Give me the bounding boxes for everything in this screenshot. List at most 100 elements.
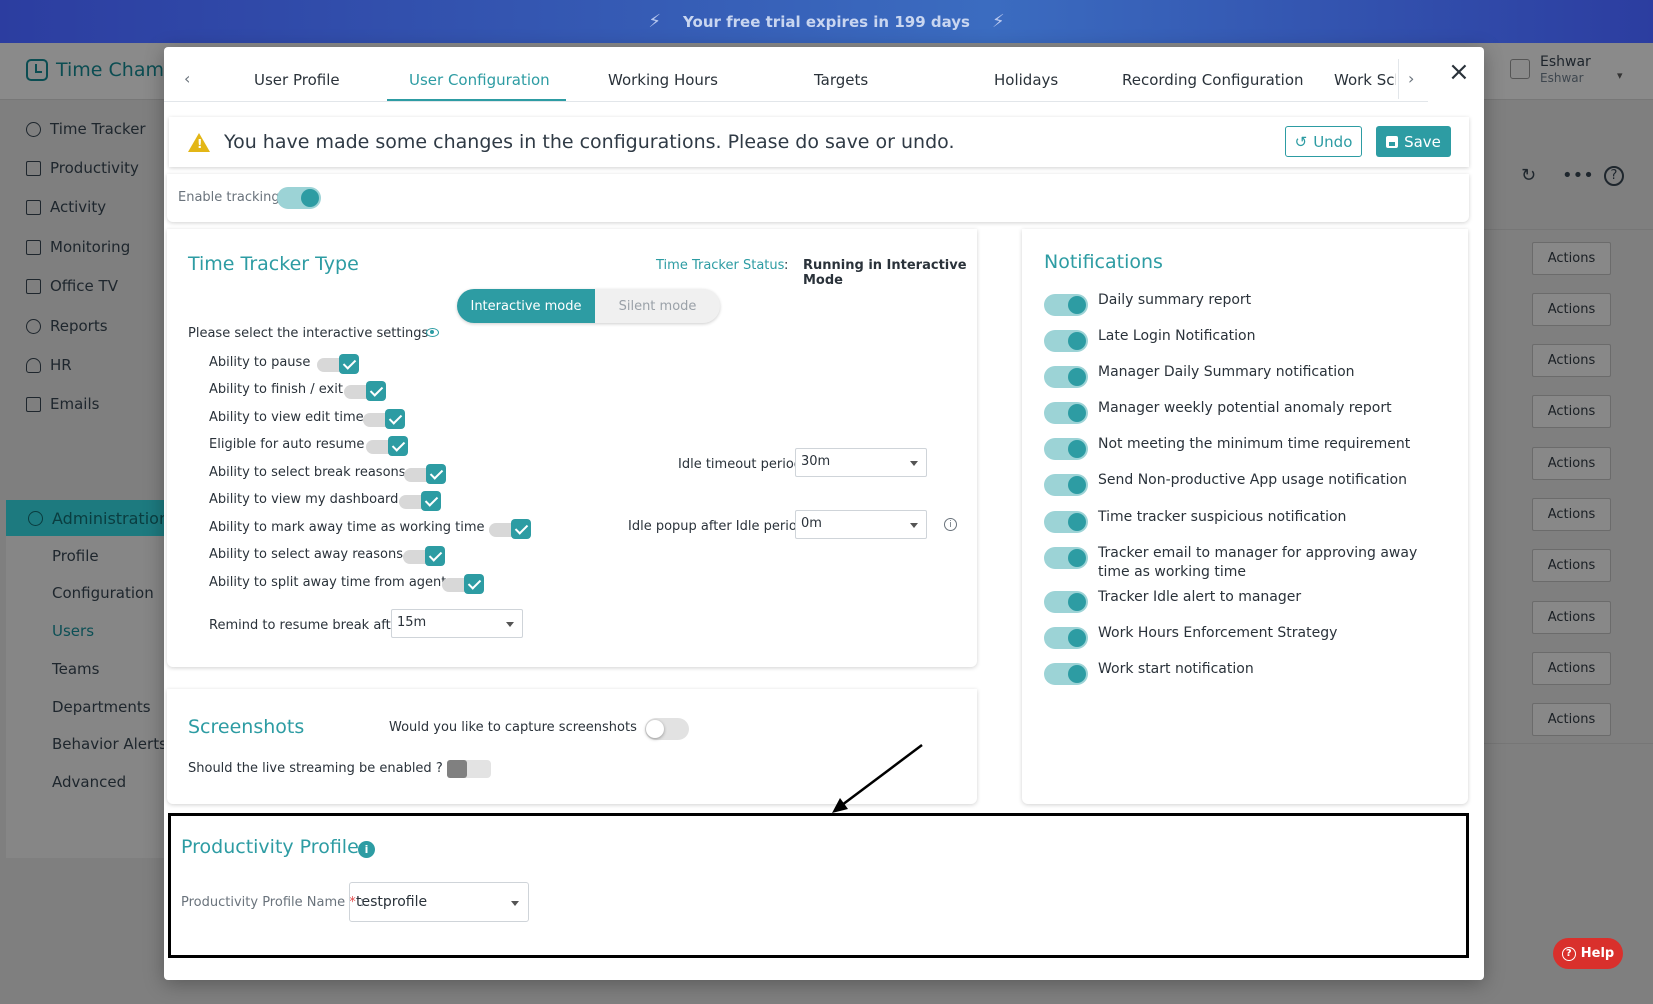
sidebar-item-hr[interactable]: HR (26, 356, 72, 374)
remind-break-select[interactable]: 15m (391, 609, 523, 638)
productivity-profile-select[interactable]: testprofile (349, 882, 529, 922)
actions-button[interactable]: Actions (1532, 344, 1611, 377)
interactive-mode-option[interactable]: Interactive mode (457, 289, 595, 323)
live-streaming-toggle[interactable] (447, 760, 491, 778)
notification-toggle[interactable] (1044, 438, 1088, 460)
chevron-down-icon[interactable]: ▾ (1617, 69, 1623, 82)
option-toggle[interactable] (442, 574, 486, 594)
tab-working-hours[interactable]: Working Hours (608, 71, 718, 89)
sidebar-item-administration[interactable]: Administration (6, 500, 170, 536)
toggle-knob (646, 720, 664, 738)
remind-break-value: 15m (397, 615, 427, 630)
option-toggle[interactable] (363, 409, 407, 429)
silent-mode-option[interactable]: Silent mode (595, 289, 720, 323)
notification-toggle[interactable] (1044, 591, 1088, 613)
tab-divider (1398, 59, 1399, 99)
sidebar-sub-configuration[interactable]: Configuration (52, 584, 154, 602)
idle-popup-select[interactable]: 0m (795, 510, 927, 539)
tab-work-schedule[interactable]: Work Sche (1334, 71, 1396, 89)
notification-toggle[interactable] (1044, 330, 1088, 352)
option-label: Ability to pause (209, 355, 311, 370)
sidebar-item-emails[interactable]: Emails (26, 395, 99, 413)
idle-timeout-select[interactable]: 30m (795, 448, 927, 477)
enable-tracking-toggle[interactable] (277, 187, 321, 209)
notification-toggle[interactable] (1044, 366, 1088, 388)
trial-banner: ⚡ Your free trial expires in 199 days ⚡ (0, 0, 1653, 43)
sidebar-item-time-tracker[interactable]: Time Tracker (26, 120, 146, 138)
option-toggle[interactable] (403, 546, 447, 566)
save-icon (1386, 135, 1399, 148)
capture-screenshots-toggle[interactable] (645, 718, 689, 740)
actions-button[interactable]: Actions (1532, 703, 1611, 736)
sidebar-sub-profile[interactable]: Profile (52, 547, 99, 565)
actions-button[interactable]: Actions (1532, 498, 1611, 531)
tab-user-configuration[interactable]: User Configuration (409, 71, 550, 89)
close-icon[interactable]: × (1448, 59, 1470, 85)
notification-label: Manager weekly potential anomaly report (1098, 400, 1392, 416)
sidebar-item-activity[interactable]: Activity (26, 198, 106, 216)
sidebar-sub-behavior-alerts[interactable]: Behavior Alerts (52, 735, 167, 753)
option-toggle[interactable] (404, 464, 448, 484)
unsaved-changes-banner: ! You have made some changes in the conf… (169, 117, 1469, 167)
actions-button[interactable]: Actions (1532, 652, 1611, 685)
sidebar-item-productivity[interactable]: Productivity (26, 159, 139, 177)
sidebar-sub-teams[interactable]: Teams (52, 660, 99, 678)
idle-timeout-value: 30m (801, 454, 831, 469)
chevron-down-icon (910, 461, 918, 466)
tab-recording-configuration[interactable]: Recording Configuration (1122, 71, 1304, 89)
help-circle-icon[interactable]: ? (1604, 166, 1624, 186)
sidebar-item-office-tv[interactable]: Office TV (26, 277, 118, 295)
chevron-right-icon[interactable]: › (1408, 69, 1414, 88)
sidebar-sub-departments[interactable]: Departments (52, 698, 151, 716)
option-toggle[interactable] (399, 491, 443, 511)
option-toggle[interactable] (344, 381, 388, 401)
tab-targets[interactable]: Targets (814, 71, 868, 89)
sidebar-item-monitoring[interactable]: Monitoring (26, 238, 130, 256)
sidebar-sub-advanced[interactable]: Advanced (52, 773, 126, 791)
notification-toggle[interactable] (1044, 402, 1088, 424)
option-toggle[interactable] (317, 354, 361, 374)
info-icon[interactable]: i (944, 518, 957, 531)
toggle-knob (1068, 665, 1086, 683)
sidebar-item-reports[interactable]: Reports (26, 317, 108, 335)
undo-button[interactable]: ↺ Undo (1285, 126, 1362, 157)
notification-toggle[interactable] (1044, 294, 1088, 316)
info-icon[interactable]: i (358, 841, 375, 858)
idle-timeout-label: Idle timeout period (678, 457, 803, 472)
sidebar-sub-users[interactable]: Users (52, 622, 94, 640)
help-button[interactable]: ? Help (1553, 938, 1623, 969)
notification-label: Not meeting the minimum time requirement (1098, 436, 1411, 452)
chevron-left-icon[interactable]: ‹ (184, 69, 190, 88)
sidebar-item-label: Time Tracker (50, 120, 146, 138)
eye-icon[interactable] (426, 328, 439, 337)
actions-button[interactable]: Actions (1532, 601, 1611, 634)
check-icon (425, 546, 445, 566)
more-icon[interactable]: ••• (1562, 165, 1594, 186)
user-menu[interactable]: Eshwar Eshwar (1510, 53, 1591, 85)
actions-button[interactable]: Actions (1532, 395, 1611, 428)
option-label: Ability to select break reasons (209, 465, 406, 480)
avatar (1510, 59, 1530, 79)
notification-toggle[interactable] (1044, 663, 1088, 685)
actions-button[interactable]: Actions (1532, 242, 1611, 275)
notification-label: Late Login Notification (1098, 328, 1256, 344)
time-tracker-type-title: Time Tracker Type (188, 253, 359, 275)
notification-toggle[interactable] (1044, 547, 1088, 569)
toggle-knob (1068, 296, 1086, 314)
notification-toggle[interactable] (1044, 627, 1088, 649)
save-button[interactable]: Save (1376, 126, 1451, 157)
tab-user-profile[interactable]: User Profile (254, 71, 340, 89)
tab-holidays[interactable]: Holidays (994, 71, 1058, 89)
toggle-knob (1068, 549, 1086, 567)
option-toggle[interactable] (489, 519, 533, 539)
actions-button[interactable]: Actions (1532, 549, 1611, 582)
option-toggle[interactable] (366, 436, 410, 456)
check-icon (385, 409, 405, 429)
notification-toggle[interactable] (1044, 511, 1088, 533)
actions-button[interactable]: Actions (1532, 293, 1611, 326)
brand-logo[interactable]: Time Champ (26, 59, 176, 81)
refresh-icon[interactable]: ↻ (1521, 165, 1536, 186)
actions-button[interactable]: Actions (1532, 447, 1611, 480)
notification-toggle[interactable] (1044, 474, 1088, 496)
tracker-status-separator: : (784, 258, 789, 273)
